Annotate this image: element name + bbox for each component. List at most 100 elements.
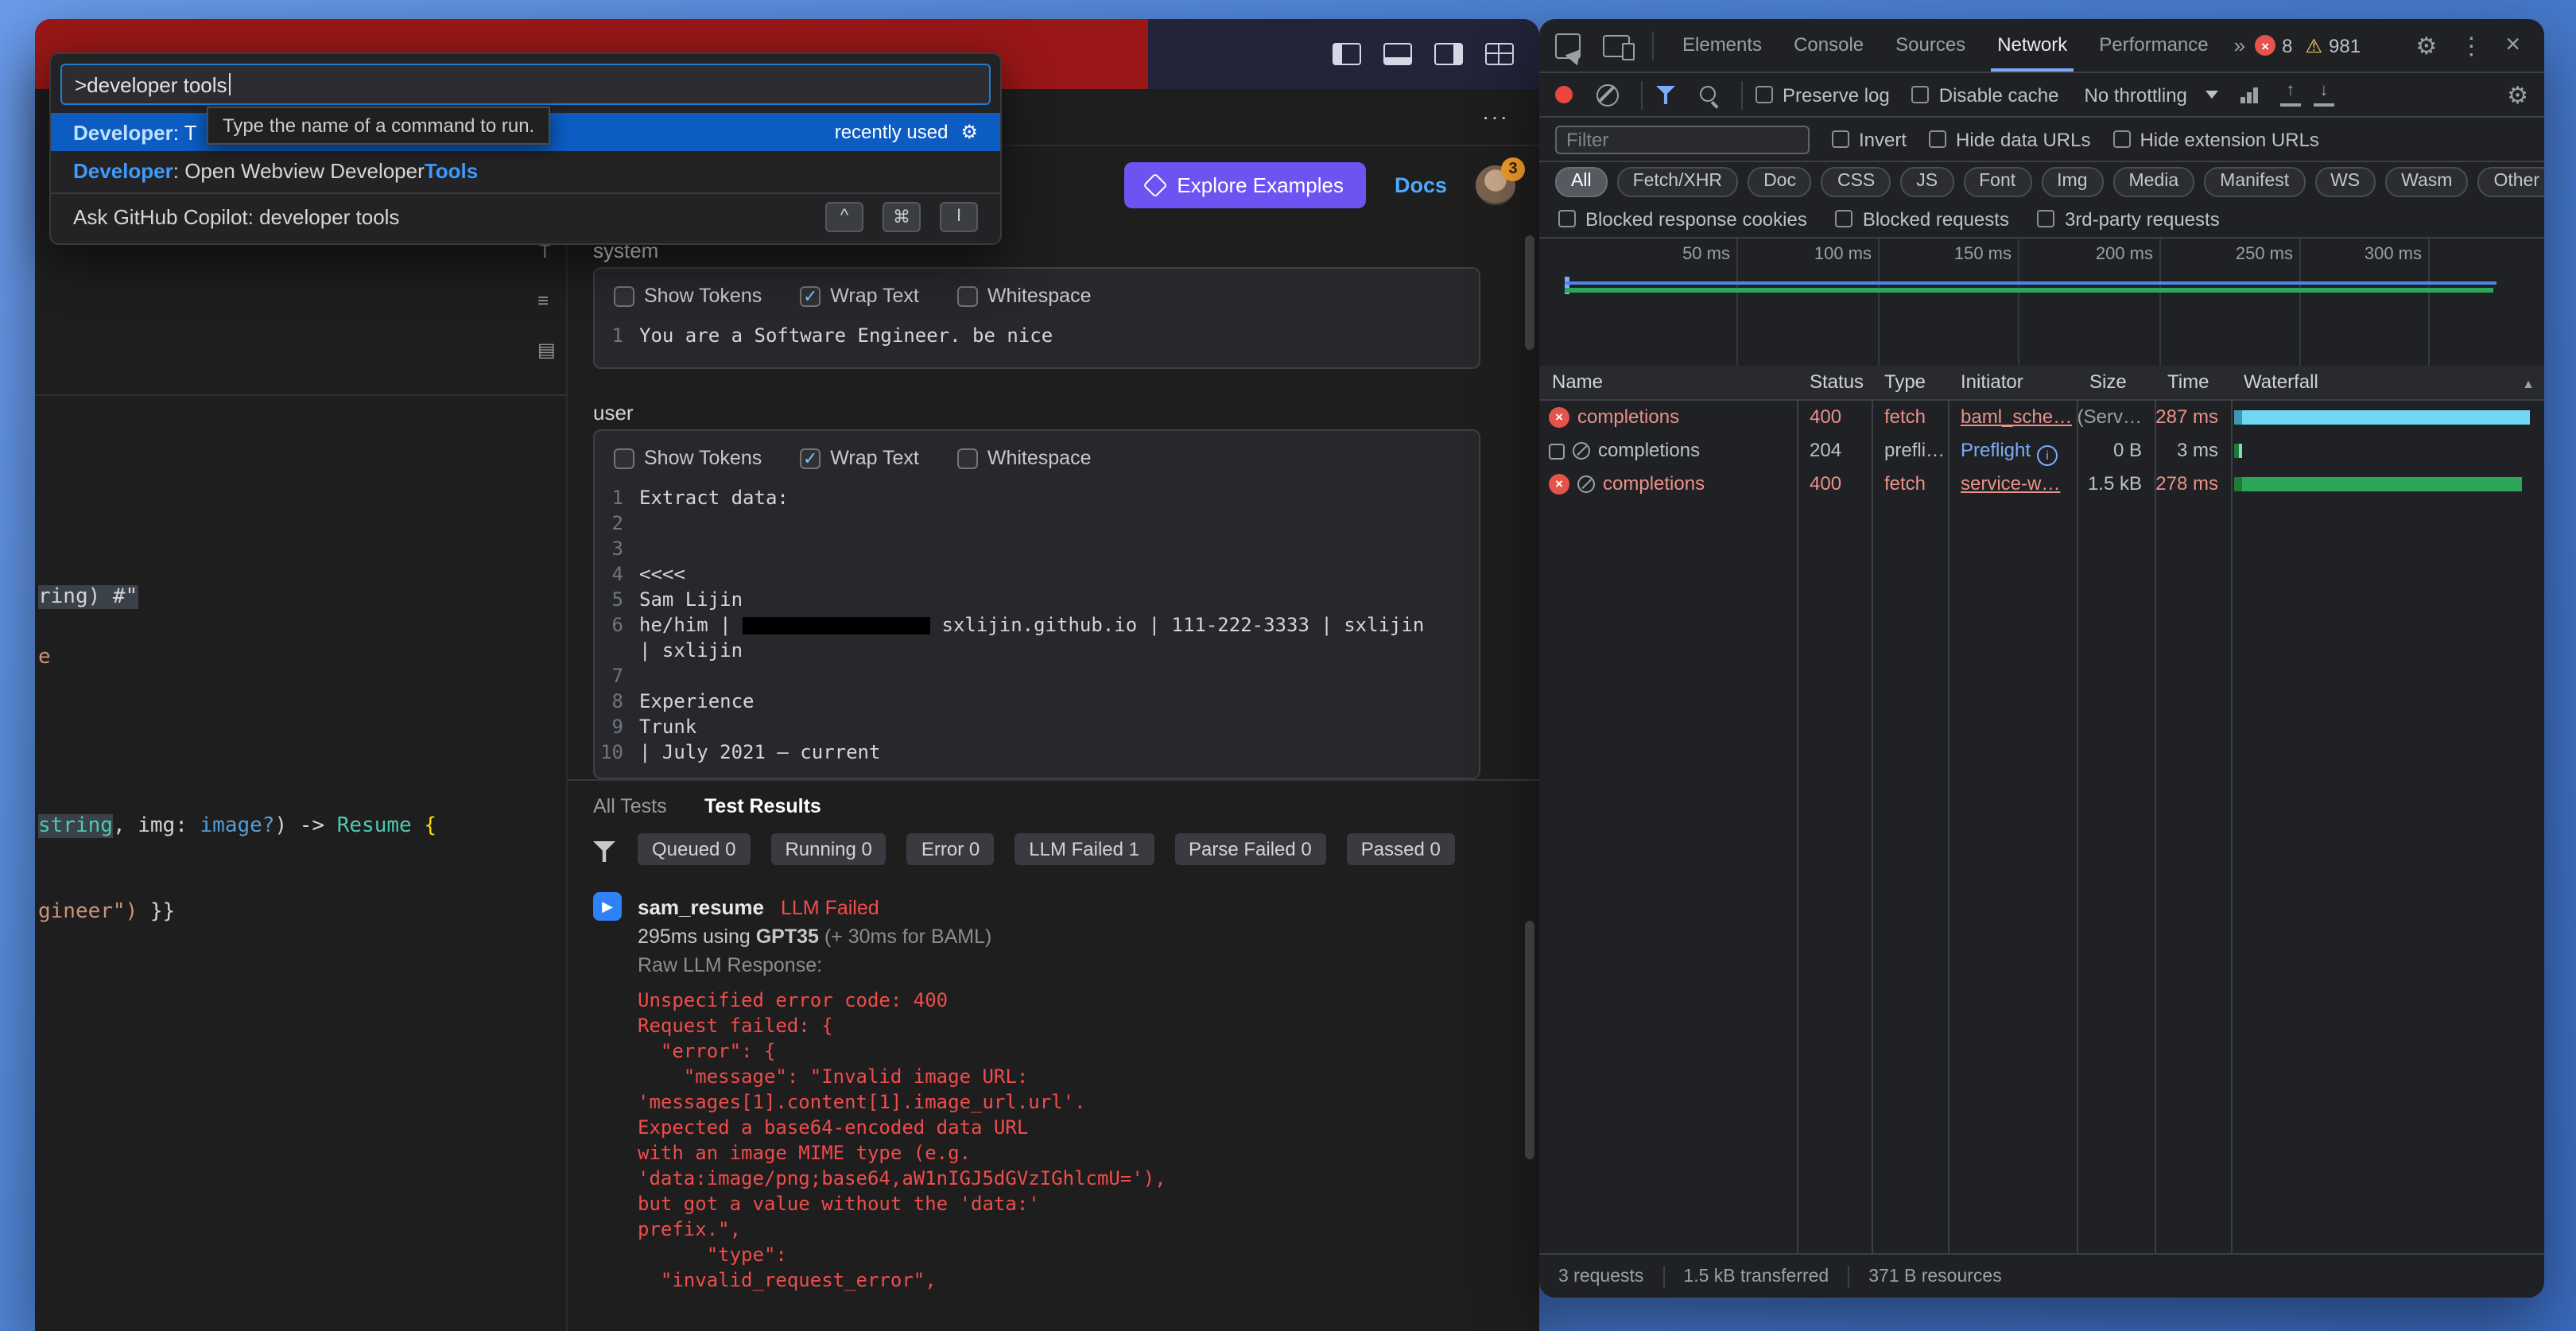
palette-item-open-webview-devtools[interactable]: Developer: Open Webview Developer Tools	[51, 151, 1000, 189]
chip-ws[interactable]: WS	[2314, 166, 2376, 196]
devtools-tabbar: Elements Console Sources Network Perform…	[1539, 19, 2544, 73]
code-fragment: ring) #"	[38, 585, 138, 609]
initiator-link[interactable]: service-w…	[1961, 472, 2060, 495]
error-count[interactable]: 8	[2282, 34, 2292, 56]
close-icon[interactable]: ×	[2494, 31, 2531, 60]
notification-badge: 3	[1501, 157, 1525, 180]
export-har-icon[interactable]: ↓	[2314, 83, 2334, 107]
info-icon[interactable]: i	[2037, 445, 2058, 466]
chip-font[interactable]: Font	[1963, 166, 2031, 196]
show-tokens-checkbox[interactable]: ✓Show Tokens	[614, 447, 762, 469]
code-line: 3	[595, 536, 1479, 561]
filter-parse-failed[interactable]: Parse Failed 0	[1174, 833, 1326, 865]
network-overview-timeline[interactable]: 50 ms 100 ms 150 ms 200 ms 250 ms 300 ms	[1539, 239, 2544, 367]
prompt-preview: system ✓Show Tokens ✓Wrap Text ✓Whitespa…	[568, 223, 1539, 779]
toggle-panel-icon[interactable]	[1383, 43, 1412, 65]
chip-css[interactable]: CSS	[1821, 166, 1891, 196]
chip-doc[interactable]: Doc	[1748, 166, 1812, 196]
docs-link[interactable]: Docs	[1395, 173, 1447, 196]
network-conditions-icon[interactable]	[2241, 87, 2258, 103]
filter-llm-failed[interactable]: LLM Failed 1	[1014, 833, 1154, 865]
more-tabs-icon[interactable]: »	[2225, 33, 2255, 57]
device-toolbar-icon[interactable]	[1603, 34, 1630, 56]
invert-checkbox[interactable]: Invert	[1832, 128, 1907, 150]
tab-sources[interactable]: Sources	[1880, 19, 1981, 72]
network-filter-icon[interactable]	[1655, 85, 1676, 104]
timeline-tick: 150 ms	[1900, 245, 2012, 264]
gear-icon[interactable]: ⚙	[960, 121, 978, 143]
show-tokens-checkbox[interactable]: ✓Show Tokens	[614, 285, 762, 307]
tab-console[interactable]: Console	[1778, 19, 1880, 72]
tab-test-results[interactable]: Test Results	[704, 795, 821, 817]
tab-network[interactable]: Network	[1981, 19, 2083, 72]
tab-performance[interactable]: Performance	[2083, 19, 2224, 72]
wrap-text-checkbox[interactable]: ✓Wrap Text	[800, 285, 919, 307]
filter-input[interactable]	[1555, 125, 1810, 153]
chip-manifest[interactable]: Manifest	[2204, 166, 2305, 196]
sort-arrow-icon[interactable]: ▲	[2522, 377, 2535, 391]
rows-icon[interactable]: ▤	[537, 340, 556, 359]
network-toolbar: Preserve log Disable cache No throttling…	[1539, 73, 2544, 118]
throttling-dropdown[interactable]: No throttling	[2085, 83, 2219, 106]
chip-fetch-xhr[interactable]: Fetch/XHR	[1617, 166, 1739, 196]
whitespace-checkbox[interactable]: ✓Whitespace	[957, 447, 1092, 469]
kebab-menu-icon[interactable]: ⋮	[2448, 31, 2494, 60]
import-har-icon[interactable]: ↑	[2280, 83, 2301, 107]
col-initiator: Initiator	[1948, 366, 2077, 399]
avatar[interactable]: 3	[1476, 165, 1515, 204]
command-palette-tooltip: Type the name of a command to run.	[207, 107, 550, 145]
command-input[interactable]: >developer tools	[60, 64, 991, 105]
chip-other[interactable]: Other	[2477, 166, 2544, 196]
table-row[interactable]: ×completions 400 fetch baml_sche… (Serv……	[1539, 401, 2544, 434]
divider	[1741, 80, 1743, 109]
col-status: Status	[1797, 366, 1872, 399]
customize-layout-icon[interactable]	[1485, 43, 1514, 65]
chip-all[interactable]: All	[1555, 166, 1608, 196]
whitespace-checkbox[interactable]: ✓Whitespace	[957, 285, 1092, 307]
clear-icon[interactable]	[1596, 83, 1619, 106]
hide-data-urls-checkbox[interactable]: Hide data URLs	[1929, 128, 2090, 150]
filter-error[interactable]: Error 0	[907, 833, 994, 865]
inspect-element-icon[interactable]	[1555, 33, 1581, 58]
blocked-response-cookies-checkbox[interactable]: Blocked response cookies	[1558, 208, 1807, 230]
hide-extension-urls-checkbox[interactable]: Hide extension URLs	[2112, 128, 2318, 150]
tab-all-tests[interactable]: All Tests	[593, 795, 667, 817]
toggle-primary-sidebar-icon[interactable]	[1333, 43, 1361, 65]
preserve-log-checkbox[interactable]: Preserve log	[1755, 83, 1890, 106]
chip-media[interactable]: Media	[2113, 166, 2195, 196]
code-line-wrap: | sxlijin	[595, 638, 1479, 663]
filter-running[interactable]: Running 0	[770, 833, 886, 865]
initiator-link[interactable]: baml_sche…	[1961, 406, 2072, 428]
run-test-button[interactable]: ▶	[593, 892, 622, 921]
record-icon[interactable]	[1555, 86, 1573, 103]
tests-scrollbar[interactable]	[1525, 921, 1534, 1159]
filter-queued[interactable]: Queued 0	[638, 833, 750, 865]
palette-item-ask-copilot[interactable]: Ask GitHub Copilot: developer tools ^ ⌘ …	[51, 197, 1000, 235]
chip-img[interactable]: Img	[2041, 166, 2103, 196]
disable-cache-checkbox[interactable]: Disable cache	[1912, 83, 2059, 106]
settings-gear-icon[interactable]: ⚙	[2404, 31, 2448, 60]
list-icon[interactable]: ≡	[537, 291, 549, 310]
network-settings-gear-icon[interactable]: ⚙	[2507, 80, 2528, 109]
wrap-text-checkbox[interactable]: ✓Wrap Text	[800, 447, 919, 469]
explore-examples-button[interactable]: Explore Examples	[1124, 161, 1366, 208]
warning-icon[interactable]: ⚠	[2305, 34, 2322, 56]
filter-icon[interactable]	[593, 841, 615, 862]
prompt-scrollbar[interactable]	[1525, 235, 1534, 350]
tab-elements[interactable]: Elements	[1666, 19, 1778, 72]
blocked-requests-checkbox[interactable]: Blocked requests	[1836, 208, 2009, 230]
initiator-link[interactable]: Preflight	[1961, 439, 2031, 461]
toggle-secondary-sidebar-icon[interactable]	[1434, 43, 1463, 65]
filter-passed[interactable]: Passed 0	[1347, 833, 1455, 865]
search-icon[interactable]	[1698, 84, 1719, 105]
table-row[interactable]: completions 204 prefli… Preflighti 0 B 3…	[1539, 434, 2544, 468]
titlebar-layout-controls	[1148, 19, 1539, 89]
third-party-requests-checkbox[interactable]: 3rd-party requests	[2038, 208, 2220, 230]
code-editor[interactable]: ring) #" e string, img: image?) -> Resum…	[35, 89, 566, 1331]
table-row[interactable]: ×completions 400 fetch service-w… 1.5 kB…	[1539, 468, 2544, 501]
warning-count[interactable]: 981	[2329, 34, 2361, 56]
chip-wasm[interactable]: Wasm	[2385, 166, 2468, 196]
more-actions-icon[interactable]: ···	[1482, 103, 1509, 129]
table-header[interactable]: Name Status Type Initiator Size Time Wat…	[1539, 366, 2544, 401]
chip-js[interactable]: JS	[1900, 166, 1953, 196]
